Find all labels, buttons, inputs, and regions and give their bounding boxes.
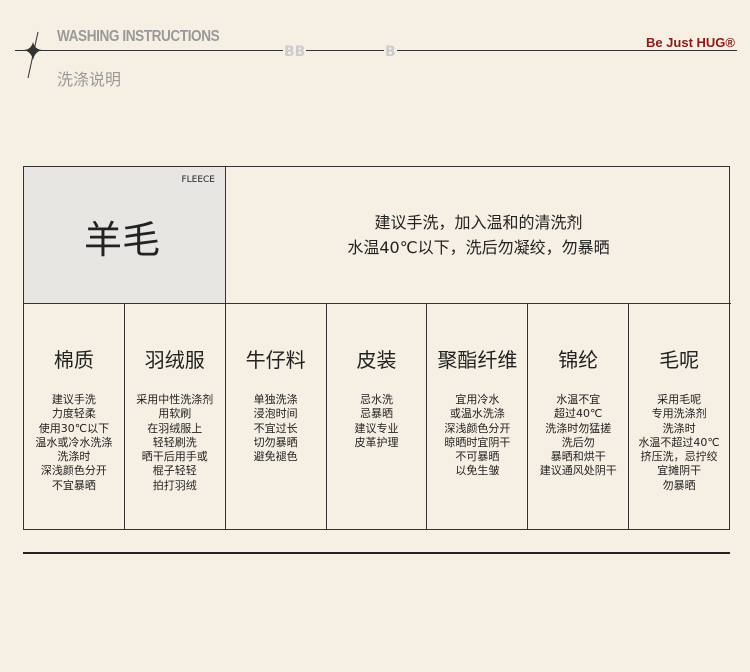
instruction-line: 或温水洗涤 bbox=[449, 407, 505, 421]
instruction-line: 暴晒和烘干 bbox=[550, 450, 606, 464]
instruction-line: 用软刷 bbox=[158, 407, 192, 421]
instruction-line: 专用洗涤剂 bbox=[651, 407, 707, 421]
instruction-line: 力度轻柔 bbox=[51, 407, 96, 421]
instruction-line: 温水或冷水洗涤 bbox=[35, 435, 113, 449]
material-column: 牛仔料单独洗涤 浸泡时间 不宜过长 切勿暴晒 避免褪色 bbox=[226, 304, 327, 529]
instruction-line: 晾晒时宜阴干 bbox=[444, 435, 511, 449]
instruction-line: 洗涤时 bbox=[662, 421, 696, 435]
instruction-line: 轻轻刷洗 bbox=[152, 435, 197, 449]
instruction-line: 以免生皱 bbox=[455, 464, 500, 478]
material-name: 皮装 bbox=[356, 348, 397, 372]
instruction-line: 棍子轻轻 bbox=[152, 464, 197, 478]
instruction-line: 挤压洗，忌拧绞 bbox=[640, 450, 718, 464]
bottom-divider bbox=[23, 552, 730, 554]
instruction-line: 切勿暴晒 bbox=[253, 435, 298, 449]
material-name: 羽绒服 bbox=[144, 348, 205, 372]
washing-table: FLEECE 羊毛 建议手洗，加入温和的清洗剂 水温40℃以下，洗后勿凝绞，勿暴… bbox=[23, 166, 731, 530]
instruction-line: 采用毛呢 bbox=[657, 393, 702, 406]
instruction-line: 忌水洗 bbox=[360, 393, 393, 406]
instruction-line: 勿暴晒 bbox=[662, 478, 696, 492]
desc-line: 建议手洗，加入温和的清洗剂 bbox=[374, 213, 583, 232]
material-name: 棉质 bbox=[53, 348, 94, 372]
material-column: 毛呢采用毛呢 专用洗涤剂 洗涤时 水温不超过40℃ 挤压洗，忌拧绞 宜摊阴干 勿暴晒 bbox=[629, 304, 729, 529]
material-column: 羽绒服采用中性洗涤剂 用软刷 在羽绒服上 轻轻刷洗 晒干后用手或 棍子轻轻 拍打羽绒 bbox=[125, 304, 226, 529]
instruction-line: 不宜暴晒 bbox=[51, 478, 96, 492]
title-cn: 洗涤说明 bbox=[57, 70, 122, 89]
instruction-line: 避免褪色 bbox=[253, 450, 298, 464]
instruction-line: 水温不超过40℃ bbox=[638, 435, 720, 449]
instruction-line: 宜用冷水 bbox=[455, 393, 500, 406]
material-name: 聚酯纤维 bbox=[437, 348, 518, 372]
instruction-line: 洗涤时勿猛搓 bbox=[545, 421, 612, 435]
instruction-line: 超过40℃ bbox=[554, 407, 603, 421]
instruction-line: 宜摊阴干 bbox=[657, 464, 702, 478]
material-name: 锦纶 bbox=[558, 348, 599, 372]
instruction-line: 浸泡时间 bbox=[253, 407, 298, 421]
instruction-line: 深浅颜色分开 bbox=[40, 464, 107, 478]
brand-logo: Be Just HUG® bbox=[645, 35, 735, 50]
fleece-name: 羊毛 bbox=[84, 218, 161, 262]
deco-logo-2: B bbox=[384, 44, 397, 60]
material-column: 皮装忌水洗 忌暴晒 建议专业 皮革护理 bbox=[327, 304, 428, 529]
instruction-line: 不可暴晒 bbox=[455, 450, 500, 464]
instruction-line: 皮革护理 bbox=[354, 435, 399, 449]
instruction-line: 建议手洗 bbox=[51, 393, 96, 406]
material-name: 毛呢 bbox=[659, 348, 700, 372]
fleece-cell: FLEECE 羊毛 bbox=[24, 167, 226, 304]
instruction-line: 深浅颜色分开 bbox=[444, 421, 511, 435]
instruction-line: 洗涤时 bbox=[57, 450, 91, 464]
fleece-tag: FLEECE bbox=[181, 175, 215, 185]
instruction-line: 拍打羽绒 bbox=[152, 478, 197, 492]
instruction-line: 使用30℃以下 bbox=[38, 421, 110, 435]
material-column: 棉质建议手洗 力度轻柔 使用30℃以下 温水或冷水洗涤 洗涤时 深浅颜色分开 不宜暴晒 bbox=[24, 304, 125, 529]
instruction-line: 晒干后用手或 bbox=[141, 450, 208, 464]
instruction-line: 采用中性洗涤剂 bbox=[136, 393, 214, 406]
instruction-line: 建议专业 bbox=[354, 421, 399, 435]
material-columns: 棉质 建议手洗 力度轻柔 使用30℃以下 温水或冷水洗涤 洗涤时 深浅颜色分开 不宜暴晒 羽绒服… bbox=[24, 304, 729, 529]
deco-logo: BB bbox=[283, 44, 307, 60]
material-name: 牛仔料 bbox=[245, 348, 306, 372]
fleece-description: 建议手洗，加入温和的清洗剂 水温40℃以下，洗后勿凝绞，勿暴晒 bbox=[226, 167, 731, 304]
instruction-line: 建议通风处阴干 bbox=[539, 464, 617, 478]
header-divider bbox=[15, 50, 737, 51]
title-en: WASHING INSTRUCTIONS bbox=[57, 28, 220, 45]
material-column: 聚酯纤维宜用冷水 或温水洗涤 深浅颜色分开 晾晒时宜阴干 不可暴晒 以免生皱 bbox=[427, 304, 529, 529]
instruction-line: 洗后勿 bbox=[561, 435, 595, 449]
sparkle-icon bbox=[23, 31, 43, 79]
instruction-line: 在羽绒服上 bbox=[147, 421, 203, 435]
instruction-line: 不宜过长 bbox=[253, 421, 298, 435]
desc-line: 水温40℃以下，洗后勿凝绞，勿暴晒 bbox=[347, 238, 610, 257]
instruction-line: 水温不宜 bbox=[556, 393, 601, 406]
material-column: 锦纶水温不宜 超过40℃ 洗涤时勿猛搓 洗后勿 暴晒和烘干 建议通风处阴干 bbox=[528, 304, 630, 529]
instruction-line: 忌暴晒 bbox=[360, 407, 393, 421]
instruction-line: 单独洗涤 bbox=[253, 393, 298, 406]
